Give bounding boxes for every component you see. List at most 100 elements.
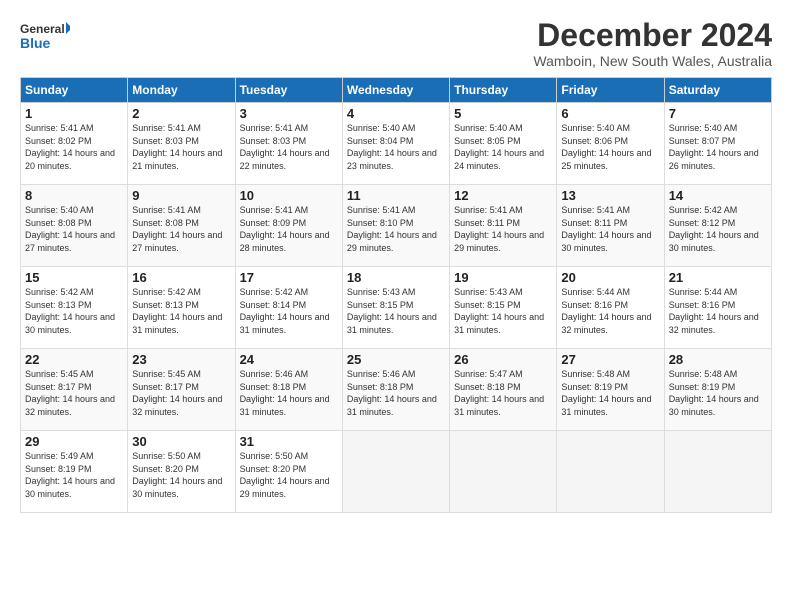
calendar-cell — [342, 431, 449, 513]
day-info: Sunrise: 5:48 AMSunset: 8:19 PMDaylight:… — [561, 368, 659, 418]
calendar-cell: 21Sunrise: 5:44 AMSunset: 8:16 PMDayligh… — [664, 267, 771, 349]
header-row: SundayMondayTuesdayWednesdayThursdayFrid… — [21, 78, 772, 103]
day-info: Sunrise: 5:47 AMSunset: 8:18 PMDaylight:… — [454, 368, 552, 418]
calendar-cell: 6Sunrise: 5:40 AMSunset: 8:06 PMDaylight… — [557, 103, 664, 185]
day-number: 27 — [561, 352, 659, 367]
calendar-cell: 27Sunrise: 5:48 AMSunset: 8:19 PMDayligh… — [557, 349, 664, 431]
day-info: Sunrise: 5:48 AMSunset: 8:19 PMDaylight:… — [669, 368, 767, 418]
day-number: 14 — [669, 188, 767, 203]
day-info: Sunrise: 5:44 AMSunset: 8:16 PMDaylight:… — [561, 286, 659, 336]
calendar-cell: 19Sunrise: 5:43 AMSunset: 8:15 PMDayligh… — [450, 267, 557, 349]
calendar-cell: 3Sunrise: 5:41 AMSunset: 8:03 PMDaylight… — [235, 103, 342, 185]
day-info: Sunrise: 5:43 AMSunset: 8:15 PMDaylight:… — [347, 286, 445, 336]
week-row-2: 8Sunrise: 5:40 AMSunset: 8:08 PMDaylight… — [21, 185, 772, 267]
calendar-cell: 8Sunrise: 5:40 AMSunset: 8:08 PMDaylight… — [21, 185, 128, 267]
day-info: Sunrise: 5:41 AMSunset: 8:03 PMDaylight:… — [240, 122, 338, 172]
day-info: Sunrise: 5:41 AMSunset: 8:03 PMDaylight:… — [132, 122, 230, 172]
day-info: Sunrise: 5:42 AMSunset: 8:13 PMDaylight:… — [132, 286, 230, 336]
day-info: Sunrise: 5:40 AMSunset: 8:07 PMDaylight:… — [669, 122, 767, 172]
day-number: 26 — [454, 352, 552, 367]
day-info: Sunrise: 5:40 AMSunset: 8:08 PMDaylight:… — [25, 204, 123, 254]
day-info: Sunrise: 5:50 AMSunset: 8:20 PMDaylight:… — [132, 450, 230, 500]
calendar-cell: 16Sunrise: 5:42 AMSunset: 8:13 PMDayligh… — [128, 267, 235, 349]
day-number: 23 — [132, 352, 230, 367]
week-row-3: 15Sunrise: 5:42 AMSunset: 8:13 PMDayligh… — [21, 267, 772, 349]
day-info: Sunrise: 5:41 AMSunset: 8:11 PMDaylight:… — [561, 204, 659, 254]
day-info: Sunrise: 5:41 AMSunset: 8:09 PMDaylight:… — [240, 204, 338, 254]
day-header-tuesday: Tuesday — [235, 78, 342, 103]
day-number: 16 — [132, 270, 230, 285]
calendar-cell: 12Sunrise: 5:41 AMSunset: 8:11 PMDayligh… — [450, 185, 557, 267]
day-info: Sunrise: 5:41 AMSunset: 8:08 PMDaylight:… — [132, 204, 230, 254]
calendar-cell: 9Sunrise: 5:41 AMSunset: 8:08 PMDaylight… — [128, 185, 235, 267]
location-subtitle: Wamboin, New South Wales, Australia — [533, 53, 772, 69]
day-header-saturday: Saturday — [664, 78, 771, 103]
calendar-cell: 20Sunrise: 5:44 AMSunset: 8:16 PMDayligh… — [557, 267, 664, 349]
day-number: 25 — [347, 352, 445, 367]
calendar-cell: 14Sunrise: 5:42 AMSunset: 8:12 PMDayligh… — [664, 185, 771, 267]
calendar-cell: 26Sunrise: 5:47 AMSunset: 8:18 PMDayligh… — [450, 349, 557, 431]
calendar-cell: 31Sunrise: 5:50 AMSunset: 8:20 PMDayligh… — [235, 431, 342, 513]
day-header-friday: Friday — [557, 78, 664, 103]
day-number: 9 — [132, 188, 230, 203]
calendar-cell: 1Sunrise: 5:41 AMSunset: 8:02 PMDaylight… — [21, 103, 128, 185]
calendar-cell: 5Sunrise: 5:40 AMSunset: 8:05 PMDaylight… — [450, 103, 557, 185]
calendar-cell: 7Sunrise: 5:40 AMSunset: 8:07 PMDaylight… — [664, 103, 771, 185]
calendar-cell — [557, 431, 664, 513]
calendar-cell: 15Sunrise: 5:42 AMSunset: 8:13 PMDayligh… — [21, 267, 128, 349]
calendar-cell — [450, 431, 557, 513]
page-container: General Blue December 2024 Wamboin, New … — [0, 0, 792, 523]
day-number: 20 — [561, 270, 659, 285]
header: General Blue December 2024 Wamboin, New … — [20, 18, 772, 69]
day-number: 29 — [25, 434, 123, 449]
calendar-cell: 23Sunrise: 5:45 AMSunset: 8:17 PMDayligh… — [128, 349, 235, 431]
day-number: 22 — [25, 352, 123, 367]
calendar-cell: 29Sunrise: 5:49 AMSunset: 8:19 PMDayligh… — [21, 431, 128, 513]
day-info: Sunrise: 5:41 AMSunset: 8:02 PMDaylight:… — [25, 122, 123, 172]
svg-text:Blue: Blue — [20, 35, 51, 51]
week-row-4: 22Sunrise: 5:45 AMSunset: 8:17 PMDayligh… — [21, 349, 772, 431]
calendar-cell: 22Sunrise: 5:45 AMSunset: 8:17 PMDayligh… — [21, 349, 128, 431]
day-info: Sunrise: 5:42 AMSunset: 8:12 PMDaylight:… — [669, 204, 767, 254]
day-info: Sunrise: 5:46 AMSunset: 8:18 PMDaylight:… — [347, 368, 445, 418]
day-info: Sunrise: 5:44 AMSunset: 8:16 PMDaylight:… — [669, 286, 767, 336]
day-info: Sunrise: 5:46 AMSunset: 8:18 PMDaylight:… — [240, 368, 338, 418]
day-info: Sunrise: 5:42 AMSunset: 8:13 PMDaylight:… — [25, 286, 123, 336]
day-info: Sunrise: 5:40 AMSunset: 8:06 PMDaylight:… — [561, 122, 659, 172]
day-number: 31 — [240, 434, 338, 449]
day-number: 4 — [347, 106, 445, 121]
calendar-cell: 25Sunrise: 5:46 AMSunset: 8:18 PMDayligh… — [342, 349, 449, 431]
day-number: 7 — [669, 106, 767, 121]
day-number: 1 — [25, 106, 123, 121]
day-number: 12 — [454, 188, 552, 203]
day-number: 19 — [454, 270, 552, 285]
day-info: Sunrise: 5:40 AMSunset: 8:05 PMDaylight:… — [454, 122, 552, 172]
day-info: Sunrise: 5:50 AMSunset: 8:20 PMDaylight:… — [240, 450, 338, 500]
calendar-cell: 10Sunrise: 5:41 AMSunset: 8:09 PMDayligh… — [235, 185, 342, 267]
calendar-cell: 11Sunrise: 5:41 AMSunset: 8:10 PMDayligh… — [342, 185, 449, 267]
logo-svg: General Blue — [20, 18, 70, 54]
day-number: 18 — [347, 270, 445, 285]
day-number: 17 — [240, 270, 338, 285]
day-info: Sunrise: 5:49 AMSunset: 8:19 PMDaylight:… — [25, 450, 123, 500]
calendar-cell: 28Sunrise: 5:48 AMSunset: 8:19 PMDayligh… — [664, 349, 771, 431]
calendar-cell: 17Sunrise: 5:42 AMSunset: 8:14 PMDayligh… — [235, 267, 342, 349]
calendar-cell — [664, 431, 771, 513]
day-number: 30 — [132, 434, 230, 449]
day-header-sunday: Sunday — [21, 78, 128, 103]
day-number: 2 — [132, 106, 230, 121]
month-title: December 2024 — [533, 18, 772, 53]
day-number: 24 — [240, 352, 338, 367]
day-number: 3 — [240, 106, 338, 121]
day-info: Sunrise: 5:42 AMSunset: 8:14 PMDaylight:… — [240, 286, 338, 336]
calendar-cell: 30Sunrise: 5:50 AMSunset: 8:20 PMDayligh… — [128, 431, 235, 513]
title-block: December 2024 Wamboin, New South Wales, … — [533, 18, 772, 69]
calendar-cell: 18Sunrise: 5:43 AMSunset: 8:15 PMDayligh… — [342, 267, 449, 349]
day-number: 15 — [25, 270, 123, 285]
calendar-table: SundayMondayTuesdayWednesdayThursdayFrid… — [20, 77, 772, 513]
week-row-1: 1Sunrise: 5:41 AMSunset: 8:02 PMDaylight… — [21, 103, 772, 185]
logo: General Blue — [20, 18, 70, 54]
day-header-monday: Monday — [128, 78, 235, 103]
day-info: Sunrise: 5:41 AMSunset: 8:11 PMDaylight:… — [454, 204, 552, 254]
day-number: 6 — [561, 106, 659, 121]
